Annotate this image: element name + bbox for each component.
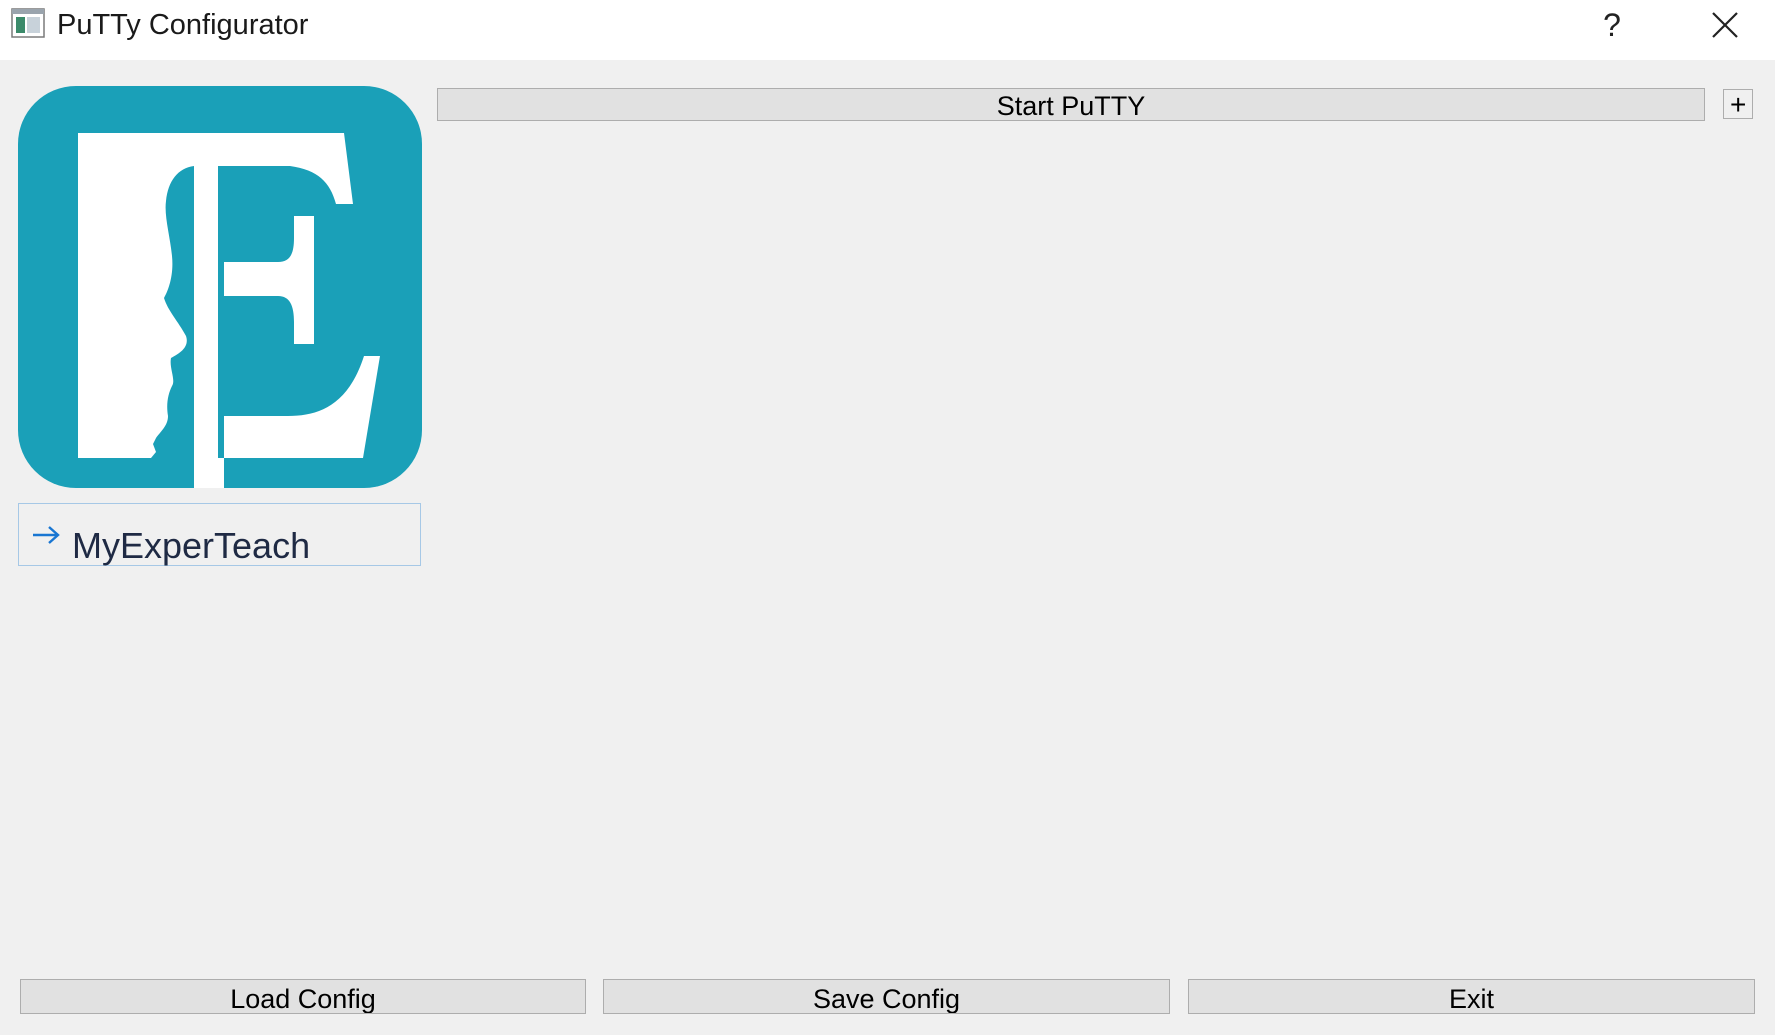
- experteach-logo: [18, 86, 422, 488]
- list-item[interactable]: MyExperTeach: [19, 504, 420, 566]
- close-icon[interactable]: [1700, 2, 1750, 48]
- start-putty-button[interactable]: Start PuTTY: [437, 88, 1705, 121]
- putty-configurator-window: PuTTy Configurator ? MyExperTeach Start …: [0, 0, 1775, 1035]
- load-config-button[interactable]: Load Config: [20, 979, 586, 1014]
- profile-label: MyExperTeach: [72, 525, 311, 566]
- app-icon: [11, 8, 45, 38]
- title-bar: PuTTy Configurator ?: [0, 0, 1775, 60]
- window-title: PuTTy Configurator: [57, 9, 309, 41]
- help-button[interactable]: ?: [1590, 2, 1634, 48]
- arrow-right-icon: [33, 526, 60, 544]
- profile-list: MyExperTeach: [18, 503, 421, 566]
- save-config-button[interactable]: Save Config: [603, 979, 1170, 1014]
- exit-button[interactable]: Exit: [1188, 979, 1755, 1014]
- add-button[interactable]: +: [1723, 89, 1753, 119]
